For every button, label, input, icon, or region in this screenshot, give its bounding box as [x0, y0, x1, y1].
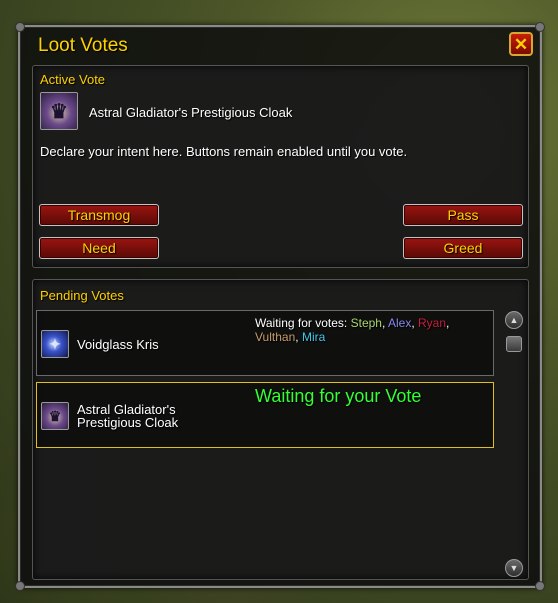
waiting-for-votes-text: Waiting for votes: Steph, Alex, Ryan, Vu…: [255, 316, 450, 344]
pending-votes-heading: Pending Votes: [40, 288, 124, 303]
waiting-prefix: Waiting for votes:: [255, 316, 348, 330]
pending-vote-row[interactable]: ✦ Voidglass Kris Waiting for votes: Step…: [36, 310, 494, 376]
active-vote-heading: Active Vote: [40, 72, 106, 87]
corner-ornament: [535, 22, 545, 32]
cloak-icon: ♛: [41, 402, 69, 430]
scrollbar-thumb[interactable]: [506, 336, 522, 352]
corner-ornament: [15, 581, 25, 591]
voter-name: Ryan: [418, 316, 447, 330]
pending-vote-row-selected[interactable]: ♛ Astral Gladiator's Prestigious Cloak W…: [36, 382, 494, 448]
waiting-for-your-vote-status: Waiting for your Vote: [255, 386, 422, 406]
voter-name: Alex: [387, 316, 412, 330]
active-vote-panel: Active Vote ♛ Astral Gladiator's Prestig…: [32, 65, 529, 268]
scroll-down-button[interactable]: ▼: [505, 559, 523, 577]
need-button[interactable]: Need: [39, 237, 159, 259]
close-button[interactable]: ✕: [509, 32, 533, 56]
transmog-button[interactable]: Transmog: [39, 204, 159, 226]
vote-instruction: Declare your intent here. Buttons remain…: [40, 144, 408, 159]
loot-votes-window: Loot Votes ✕ Active Vote ♛ Astral Gladia…: [15, 22, 545, 591]
voter-name: Mira: [301, 330, 326, 344]
scroll-up-button[interactable]: ▲: [505, 311, 523, 329]
dagger-icon: ✦: [41, 330, 69, 358]
corner-ornament: [15, 22, 25, 32]
close-icon: ✕: [513, 34, 529, 54]
pending-item-name: Voidglass Kris: [77, 337, 159, 352]
corner-ornament: [535, 581, 545, 591]
voter-name: Steph: [350, 316, 382, 330]
pass-button[interactable]: Pass: [403, 204, 523, 226]
pending-votes-panel: Pending Votes ✦ Voidglass Kris Waiting f…: [32, 279, 529, 580]
greed-button[interactable]: Greed: [403, 237, 523, 259]
window-title: Loot Votes: [38, 35, 128, 56]
pending-item-name-line2: Prestigious Cloak: [77, 415, 179, 430]
active-item-name: Astral Gladiator's Prestigious Cloak: [89, 105, 293, 120]
cloak-icon[interactable]: ♛: [40, 92, 78, 130]
voter-name: Vulthan: [255, 330, 296, 344]
